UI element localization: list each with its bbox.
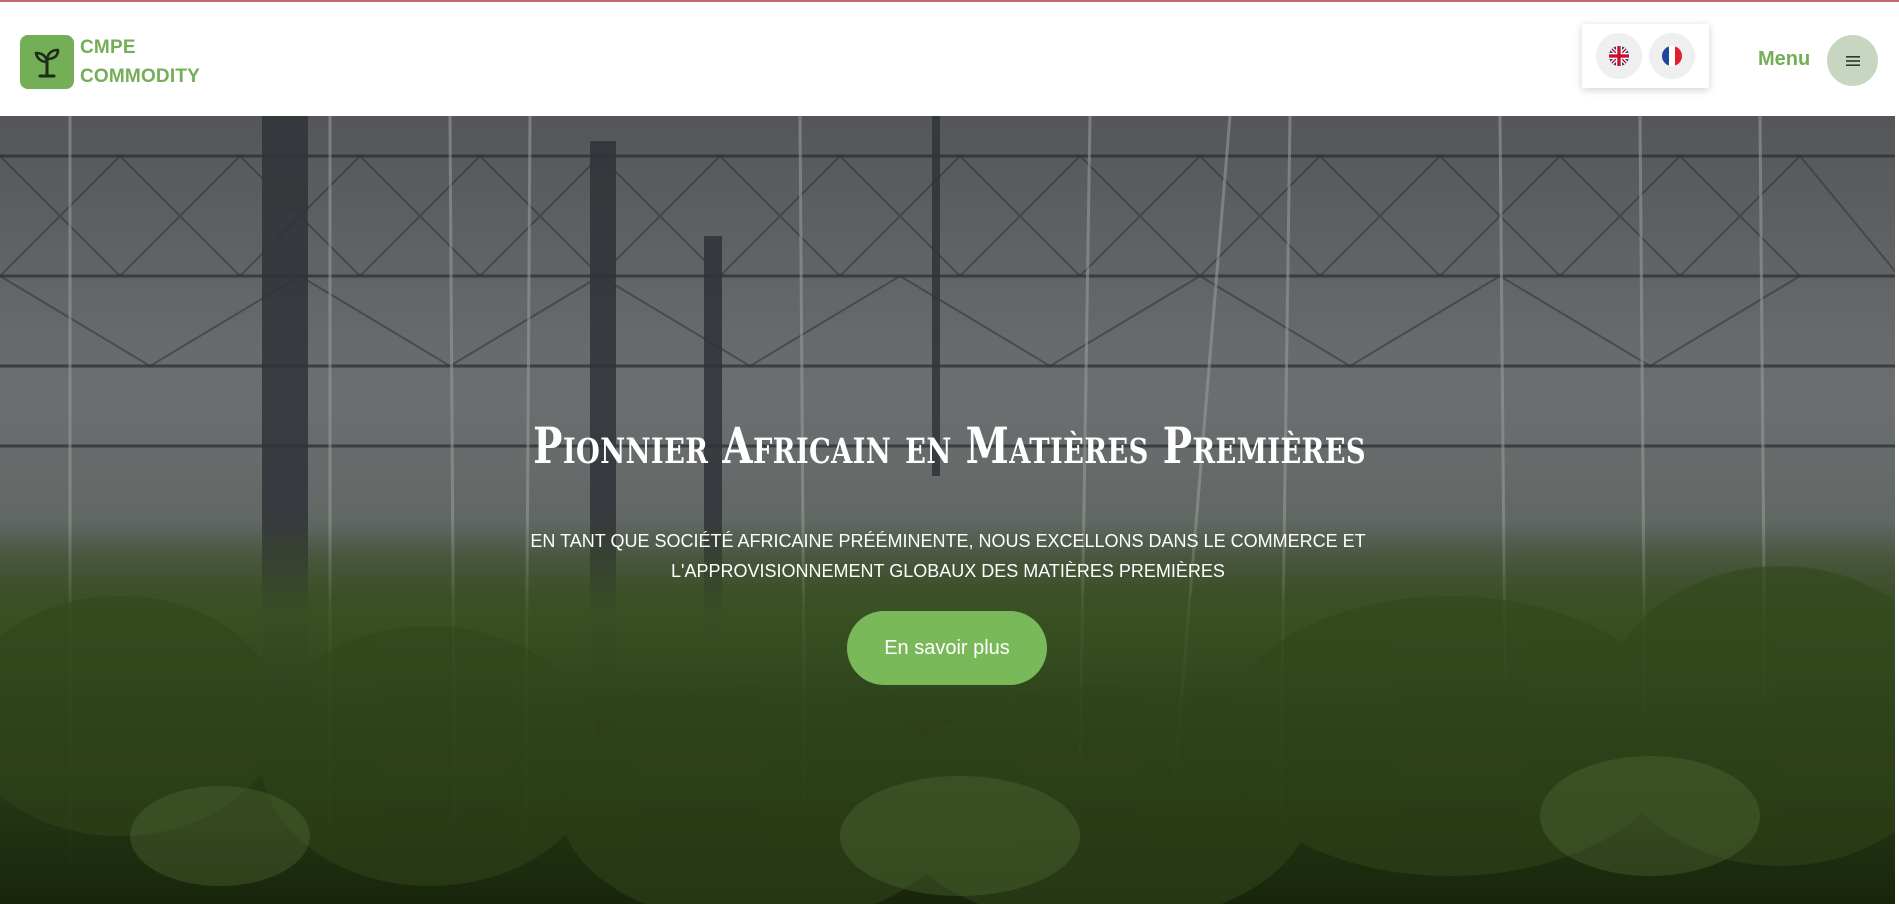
uk-flag-icon (1608, 46, 1629, 66)
menu-label[interactable]: Menu (1758, 48, 1810, 71)
brand-name-line1: CMPE (80, 37, 136, 58)
hero-subtitle-line2: L'APPROVISIONNEMENT GLOBAUX DES MATIÈRES… (671, 561, 1225, 581)
language-english-button[interactable] (1595, 33, 1642, 79)
france-flag-icon (1662, 46, 1683, 66)
hero-subtitle-line1: EN TANT QUE SOCIÉTÉ AFRICAINE PRÉÉMINENT… (530, 531, 1366, 551)
hero-section: Pionnier Africain en Matières Premières … (0, 116, 1899, 904)
hero-edge (1895, 116, 1899, 904)
learn-more-button[interactable]: En savoir plus (847, 611, 1047, 685)
hero-subtitle: EN TANT QUE SOCIÉTÉ AFRICAINE PRÉÉMINENT… (450, 526, 1446, 586)
brand-name: CMPE COMMODITY (80, 33, 200, 91)
sprout-icon (20, 35, 74, 89)
hamburger-icon (1845, 55, 1860, 66)
greenhouse-background-image (0, 116, 1899, 904)
site-header: CMPE COMMODITY Menu (0, 2, 1899, 116)
brand-name-line2: COMMODITY (80, 66, 201, 87)
language-french-button[interactable] (1649, 33, 1696, 79)
menu-button[interactable] (1827, 35, 1878, 86)
language-switcher (1582, 24, 1709, 88)
site-logo[interactable]: CMPE COMMODITY (20, 33, 200, 91)
hero-title: Pionnier Africain en Matières Premières (533, 416, 1367, 475)
